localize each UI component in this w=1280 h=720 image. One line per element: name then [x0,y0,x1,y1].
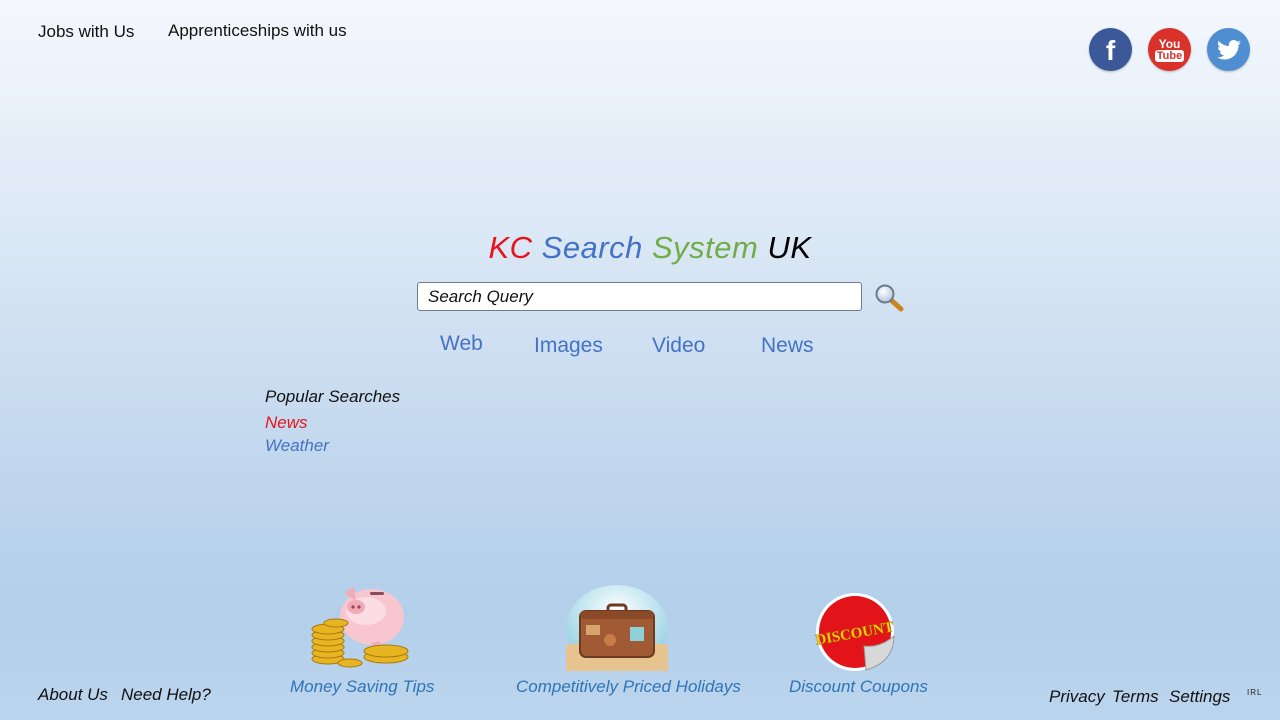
piggy-bank-icon[interactable] [306,583,414,671]
facebook-glyph: f [1105,34,1116,66]
tab-video[interactable]: Video [652,334,705,358]
logo-system: System [652,230,759,265]
twitter-bird-icon [1216,39,1241,59]
popular-item-news[interactable]: News [265,413,308,433]
youtube-glyph-bottom: Tube [1154,49,1185,62]
tab-images[interactable]: Images [534,334,603,358]
logo-search: Search [541,230,643,265]
region-label: IRL [1247,688,1263,697]
need-help-link[interactable]: Need Help? [121,685,211,705]
site-logo: KC Search System UK [0,230,1280,266]
discount-sticker-icon[interactable]: DISCOUNT [814,592,896,672]
discount-coupons-link[interactable]: Discount Coupons [789,677,928,697]
terms-link[interactable]: Terms [1112,687,1159,707]
tab-news[interactable]: News [761,334,814,358]
holidays-link[interactable]: Competitively Priced Holidays [516,677,741,697]
settings-link[interactable]: Settings [1169,687,1230,707]
search-icon [875,284,904,312]
popular-searches-title: Popular Searches [265,387,401,406]
youtube-icon[interactable]: You Tube [1148,28,1191,71]
twitter-icon[interactable] [1207,28,1250,71]
apprenticeships-link[interactable]: Apprenticeships with us [168,21,347,41]
suitcase-icon[interactable] [566,585,668,671]
search-input[interactable] [417,282,862,311]
tab-web[interactable]: Web [440,332,483,356]
youtube-glyph-top: You [1158,36,1181,51]
jobs-link[interactable]: Jobs with Us [38,22,134,42]
privacy-link[interactable]: Privacy [1049,687,1105,707]
facebook-icon[interactable]: f [1089,28,1132,71]
money-saving-tips-link[interactable]: Money Saving Tips [290,677,434,697]
logo-uk: UK [767,230,812,265]
logo-kc: KC [488,230,533,265]
search-button[interactable] [874,284,904,312]
about-us-link[interactable]: About Us [38,685,108,705]
popular-item-weather[interactable]: Weather [265,436,329,456]
